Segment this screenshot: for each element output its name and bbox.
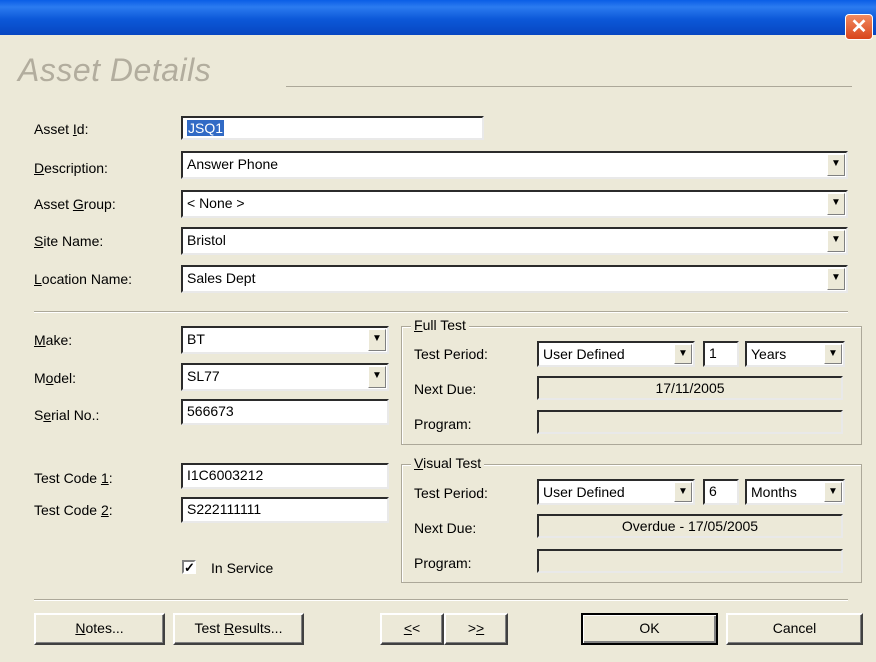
close-icon[interactable]: ✕ <box>845 14 873 40</box>
visual-test-period-type-select[interactable]: User Defined ▼ <box>537 479 695 505</box>
full-test-title: Full Test <box>411 317 469 333</box>
visual-test-period-count-field[interactable]: 6 <box>703 479 739 505</box>
model-select[interactable]: SL77 ▼ <box>181 363 389 391</box>
in-service-checkbox[interactable]: ✓ <box>182 560 196 574</box>
site-name-label: Site Name: <box>34 233 104 249</box>
page-title: Asset Details <box>18 52 212 88</box>
title-bar: ✕ <box>0 0 876 40</box>
visual-test-next-due-field: Overdue - 17/05/2005 <box>537 514 843 538</box>
test-code-2-field[interactable]: S222111111 <box>181 497 389 523</box>
chevron-down-icon[interactable]: ▼ <box>827 268 845 290</box>
test-code-1-field[interactable]: I1C6003212 <box>181 463 389 489</box>
chevron-down-icon[interactable]: ▼ <box>674 344 692 364</box>
location-name-select[interactable]: Sales Dept ▼ <box>181 265 848 293</box>
ok-button[interactable]: OK <box>581 613 718 645</box>
full-test-next-due-field: 17/11/2005 <box>537 376 843 400</box>
location-name-label: Location Name: <box>34 271 133 287</box>
make-select[interactable]: BT ▼ <box>181 326 389 354</box>
asset-id-field[interactable]: JSQ1 <box>181 116 484 140</box>
chevron-down-icon[interactable]: ▼ <box>827 154 845 176</box>
test-results-button[interactable]: Test Results... <box>173 613 304 645</box>
checkmark-icon: ✓ <box>184 560 195 575</box>
visual-test-period-unit-select[interactable]: Months ▼ <box>745 479 845 505</box>
test-code-2-label: Test Code 2: <box>34 502 113 518</box>
header-divider <box>286 86 852 87</box>
full-test-program-field <box>537 410 843 434</box>
full-test-program-label: Program: <box>414 416 472 432</box>
chevron-down-icon[interactable]: ▼ <box>368 329 386 351</box>
full-test-period-count-field[interactable]: 1 <box>703 341 739 367</box>
visual-test-period-label: Test Period: <box>414 485 488 501</box>
chevron-down-icon[interactable]: ▼ <box>368 366 386 388</box>
model-label: Model: <box>34 370 77 386</box>
make-label: Make: <box>34 332 73 348</box>
chevron-down-icon[interactable]: ▼ <box>824 482 842 502</box>
next-button[interactable]: >> <box>444 613 508 645</box>
full-test-period-unit-select[interactable]: Years ▼ <box>745 341 845 367</box>
visual-test-next-due-label: Next Due: <box>414 520 477 536</box>
previous-button[interactable]: << <box>380 613 444 645</box>
chevron-down-icon[interactable]: ▼ <box>827 230 845 252</box>
site-name-select[interactable]: Bristol ▼ <box>181 227 848 255</box>
description-select[interactable]: Answer Phone ▼ <box>181 151 848 179</box>
in-service-label: In Service <box>211 560 274 576</box>
visual-test-program-label: Program: <box>414 555 472 571</box>
section-divider <box>34 311 848 313</box>
description-label: Description: <box>34 160 108 176</box>
serial-label: Serial No.: <box>34 407 100 423</box>
serial-field[interactable]: 566673 <box>181 399 389 425</box>
visual-test-program-field <box>537 549 843 573</box>
chevron-down-icon[interactable]: ▼ <box>824 344 842 364</box>
asset-group-select[interactable]: < None > ▼ <box>181 190 848 218</box>
asset-group-label: Asset Group: <box>34 196 116 212</box>
full-test-period-label: Test Period: <box>414 346 488 362</box>
notes-button[interactable]: Notes... <box>34 613 165 645</box>
chevron-down-icon[interactable]: ▼ <box>674 482 692 502</box>
buttons-divider <box>34 599 848 601</box>
asset-id-label: Asset Id: <box>34 121 89 137</box>
full-test-next-due-label: Next Due: <box>414 381 477 397</box>
full-test-period-type-select[interactable]: User Defined ▼ <box>537 341 695 367</box>
chevron-down-icon[interactable]: ▼ <box>827 193 845 215</box>
visual-test-title: Visual Test <box>411 455 485 471</box>
test-code-1-label: Test Code 1: <box>34 470 113 486</box>
cancel-button[interactable]: Cancel <box>726 613 863 645</box>
